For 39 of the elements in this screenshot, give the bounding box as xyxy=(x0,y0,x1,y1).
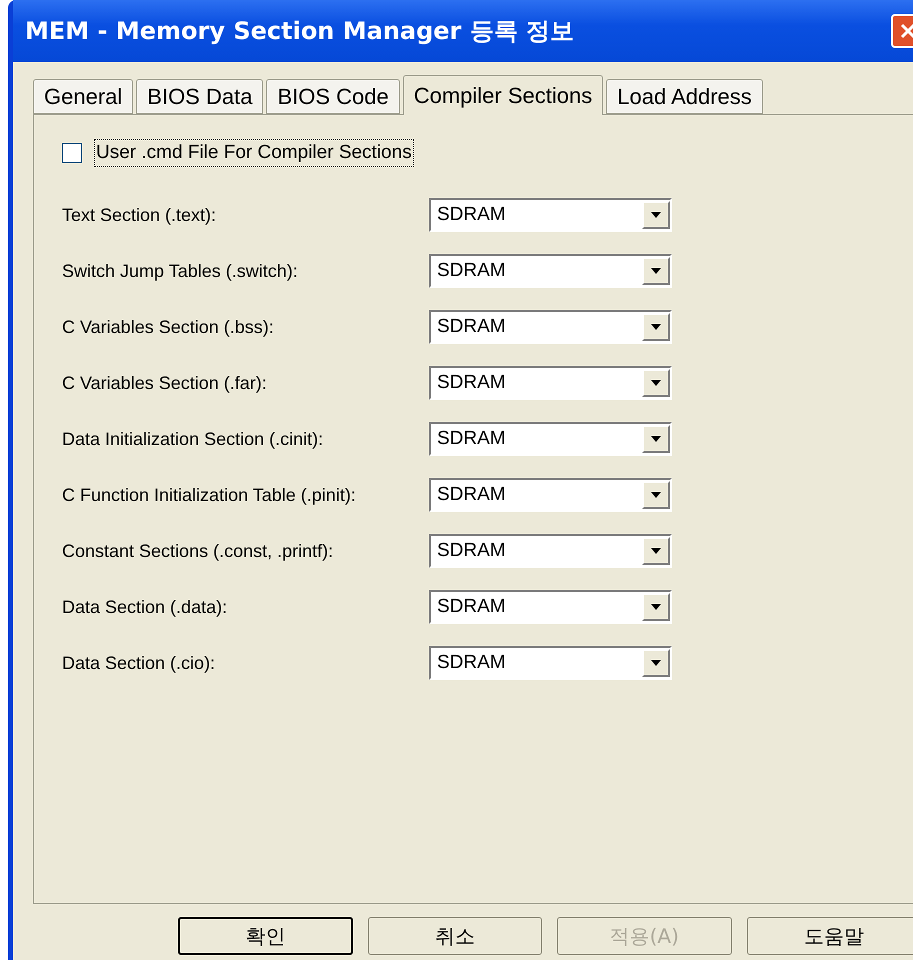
field-label: Switch Jump Tables (.switch): xyxy=(62,260,299,282)
field-label: Text Section (.text): xyxy=(62,204,218,226)
field-label: C Variables Section (.bss): xyxy=(62,316,275,338)
field-label: C Variables Section (.far): xyxy=(62,372,268,394)
dropdown[interactable]: SDRAM xyxy=(429,310,672,344)
dropdown-arrow-icon xyxy=(651,492,661,498)
dropdown[interactable]: SDRAM xyxy=(429,254,672,288)
field-label: C Function Initialization Table (.pinit): xyxy=(62,484,357,506)
dropdown-arrow-icon xyxy=(651,604,661,610)
tab[interactable]: Load Address xyxy=(606,79,763,114)
dropdown[interactable]: SDRAM xyxy=(429,534,672,568)
dialog-button[interactable]: 확인 xyxy=(178,917,352,955)
field-label: Data Section (.data): xyxy=(62,596,228,618)
dialog-button[interactable]: 도움말 xyxy=(746,917,913,955)
field-label: Data Section (.cio): xyxy=(62,652,216,674)
dropdown[interactable]: SDRAM xyxy=(429,422,672,456)
dropdown[interactable]: SDRAM xyxy=(429,646,672,680)
dropdown[interactable]: SDRAM xyxy=(429,590,672,624)
dropdown-arrow-icon xyxy=(651,212,661,218)
dropdown-arrow-icon xyxy=(651,268,661,274)
tab[interactable]: General xyxy=(33,79,134,114)
checkbox[interactable] xyxy=(62,143,82,163)
dropdown[interactable]: SDRAM xyxy=(429,366,672,400)
close-icon xyxy=(899,22,913,40)
dropdown-arrow-icon xyxy=(651,380,661,386)
dialog-button[interactable]: 취소 xyxy=(368,917,542,955)
tab[interactable]: BIOS Code xyxy=(266,79,400,114)
field-label: Data Initialization Section (.cinit): xyxy=(62,428,324,450)
dropdown-arrow-icon xyxy=(651,436,661,442)
dropdown[interactable]: SDRAM xyxy=(429,198,672,232)
tab[interactable]: Compiler Sections xyxy=(402,75,604,115)
dropdown-arrow-icon xyxy=(651,324,661,330)
dropdown-arrow-icon xyxy=(651,660,661,666)
window-title: MEM - Memory Section Manager 등록 정보 xyxy=(25,16,574,47)
dropdown-arrow-icon xyxy=(651,548,661,554)
dropdown[interactable]: SDRAM xyxy=(429,478,672,512)
tab[interactable]: BIOS Data xyxy=(136,79,264,114)
field-label: Constant Sections (.const, .printf): xyxy=(62,540,334,562)
checkbox-label[interactable]: User .cmd File For Compiler Sections xyxy=(94,139,414,167)
